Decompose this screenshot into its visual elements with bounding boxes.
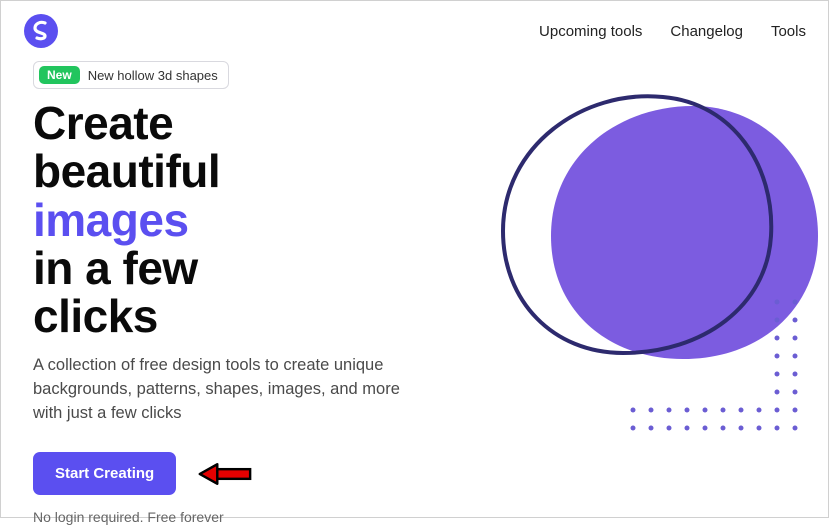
hero-illustration — [453, 61, 796, 481]
arrow-annotation-icon — [196, 456, 254, 492]
new-feature-badge[interactable]: New New hollow 3d shapes — [33, 61, 229, 89]
nav-tools[interactable]: Tools — [771, 23, 806, 40]
hero-line3: in a few — [33, 242, 198, 294]
start-creating-button[interactable]: Start Creating — [33, 452, 176, 495]
footnote: No login required. Free forever — [33, 509, 433, 525]
logo[interactable] — [23, 13, 59, 49]
dot-grid-decoration — [629, 296, 804, 451]
nav-changelog[interactable]: Changelog — [670, 23, 743, 40]
hero-line2: beautiful — [33, 145, 220, 197]
hero-subtitle: A collection of free design tools to cre… — [33, 354, 413, 426]
hero-accent-word: images — [33, 194, 189, 246]
hero-headline: Create beautiful images in a few clicks — [33, 99, 433, 340]
hero-line4: clicks — [33, 290, 158, 342]
badge-text: New hollow 3d shapes — [88, 68, 218, 83]
badge-new-pill: New — [39, 66, 80, 84]
hero-line1: Create — [33, 97, 173, 149]
nav-upcoming-tools[interactable]: Upcoming tools — [539, 23, 642, 40]
main-nav: Upcoming tools Changelog Tools — [539, 23, 806, 40]
